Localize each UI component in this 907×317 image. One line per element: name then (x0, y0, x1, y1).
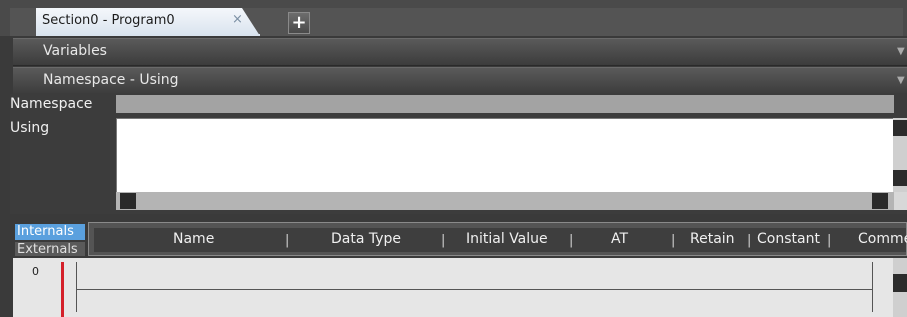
left-power-rail (61, 262, 64, 317)
tab-internals[interactable]: Internals (15, 224, 85, 240)
scroll-left-icon[interactable] (120, 193, 136, 209)
column-name[interactable]: Name (173, 231, 214, 247)
column-separator: | (827, 233, 832, 248)
variable-table-header: Name | Data Type | Initial Value | AT | … (88, 222, 907, 256)
variables-section-label: Variables (43, 43, 107, 59)
tab-title: Section0 - Program0 (42, 13, 175, 28)
rung-left-bar (76, 262, 77, 312)
column-separator: | (671, 233, 676, 248)
column-at[interactable]: AT (611, 231, 628, 247)
scroll-up-icon[interactable] (893, 120, 907, 136)
namespace-section-label: Namespace - Using (43, 72, 179, 88)
namespace-label: Namespace (10, 96, 93, 112)
scroll-thumb[interactable] (893, 274, 907, 292)
ladder-editor[interactable] (13, 258, 907, 317)
using-horizontal-scrollbar[interactable] (116, 192, 894, 210)
tab-underline (36, 34, 260, 36)
namespace-field[interactable] (116, 95, 894, 113)
ladder-vertical-scrollbar[interactable] (893, 258, 907, 317)
add-tab-button[interactable]: + (288, 12, 310, 34)
rung-right-bar (872, 262, 873, 312)
rung-line[interactable] (76, 289, 872, 290)
column-comment[interactable]: Comme (858, 231, 907, 247)
close-icon[interactable]: × (232, 12, 243, 27)
namespace-section-header[interactable]: Namespace - Using ▼ (13, 67, 907, 95)
column-initial-value[interactable]: Initial Value (466, 231, 548, 247)
tab-externals[interactable]: Externals (15, 242, 85, 256)
column-constant[interactable]: Constant (757, 231, 820, 247)
using-vertical-scrollbar[interactable] (893, 118, 907, 192)
scrollbar-corner (894, 192, 907, 210)
collapse-arrow-icon[interactable]: ▼ (897, 46, 905, 57)
column-separator: | (569, 233, 574, 248)
variables-section-header[interactable]: Variables ▼ (13, 38, 907, 66)
scroll-down-icon[interactable] (893, 170, 907, 186)
collapse-arrow-icon[interactable]: ▼ (897, 75, 905, 86)
rung-number: 0 (32, 265, 39, 278)
column-separator: | (441, 233, 446, 248)
column-separator: | (747, 233, 752, 248)
column-data-type[interactable]: Data Type (331, 231, 401, 247)
using-textarea[interactable] (116, 118, 896, 194)
using-label: Using (10, 120, 50, 136)
scroll-right-icon[interactable] (872, 193, 888, 209)
column-retain[interactable]: Retain (690, 231, 735, 247)
tab-section0-program0[interactable]: Section0 - Program0 × (36, 8, 260, 36)
column-separator: | (285, 233, 290, 248)
